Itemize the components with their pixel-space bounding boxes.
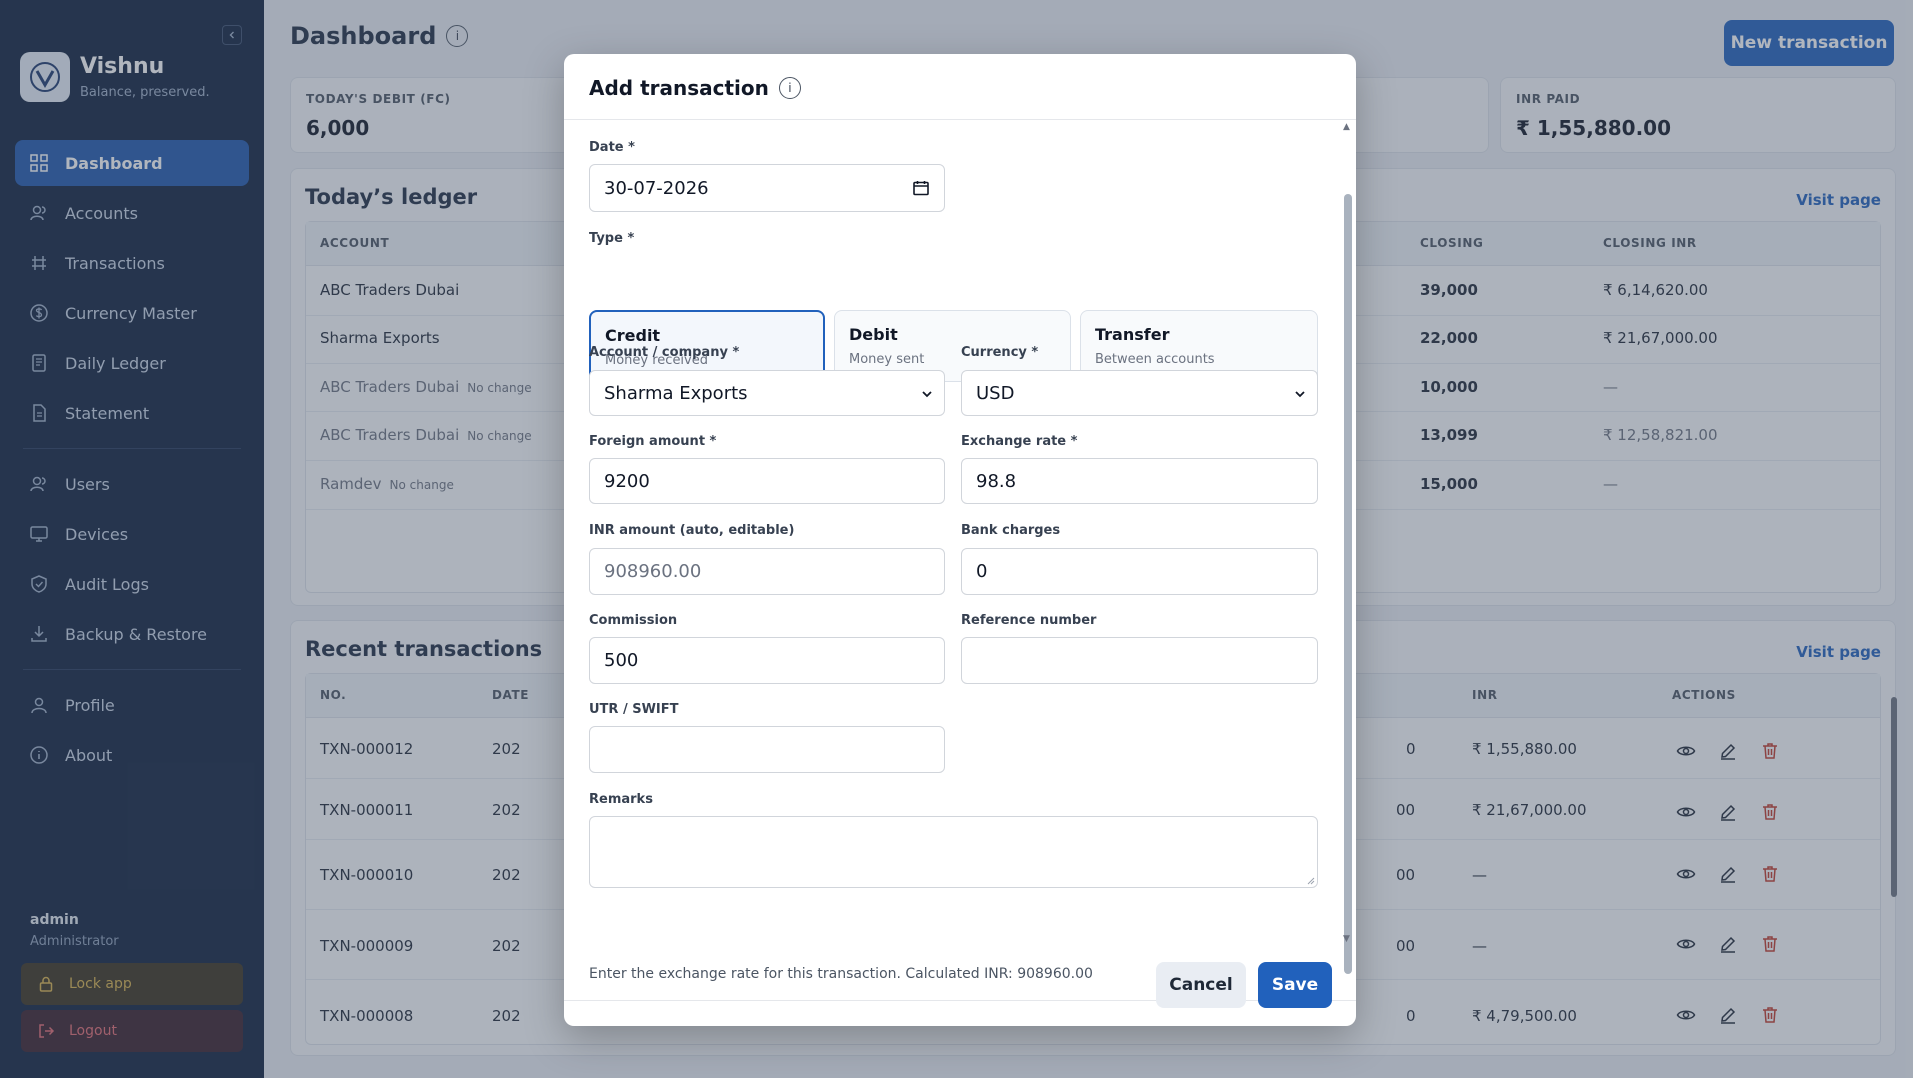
currency-label: Currency * [961, 345, 1039, 360]
commission-input[interactable]: 500 [589, 637, 945, 684]
add-transaction-dialog: Add transaction i Date * 30-07-2026 Type… [564, 54, 1356, 1026]
type-subtitle: Between accounts [1095, 352, 1215, 367]
type-name: Debit [849, 325, 898, 344]
type-name: Credit [605, 326, 661, 345]
inr-amount-input[interactable]: 908960.00 [589, 548, 945, 595]
chevron-down-icon [1295, 391, 1305, 398]
type-name: Transfer [1095, 325, 1170, 344]
save-button[interactable]: Save [1258, 962, 1332, 1008]
account-label: Account / company * [589, 345, 740, 360]
foreign-amount-input[interactable]: 9200 [589, 458, 945, 504]
remarks-textarea[interactable] [589, 816, 1318, 888]
account-select[interactable]: Sharma Exports [589, 370, 945, 416]
scroll-up-arrow-icon[interactable]: ▲ [1343, 122, 1350, 132]
dialog-title: Add transaction i [589, 76, 801, 100]
scroll-down-arrow-icon[interactable]: ▼ [1343, 934, 1350, 944]
commission-value: 500 [604, 650, 639, 671]
utr-swift-label: UTR / SWIFT [589, 702, 679, 717]
bank-charges-label: Bank charges [961, 523, 1061, 538]
currency-select[interactable]: USD [961, 370, 1318, 416]
currency-selected-value: USD [976, 382, 1015, 404]
form-hint: Enter the exchange rate for this transac… [589, 966, 1093, 982]
dialog-scroll-thumb[interactable] [1344, 194, 1352, 974]
utr-swift-input[interactable] [589, 726, 945, 773]
commission-label: Commission [589, 613, 678, 628]
dialog-header: Add transaction i [564, 54, 1356, 120]
reference-number-input[interactable] [961, 637, 1318, 684]
remarks-label: Remarks [589, 792, 653, 807]
foreign-amount-label: Foreign amount * [589, 434, 717, 449]
exchange-rate-input[interactable]: 98.8 [961, 458, 1318, 504]
chevron-down-icon [922, 391, 932, 398]
account-selected-value: Sharma Exports [604, 382, 748, 404]
date-input[interactable]: 30-07-2026 [589, 164, 945, 212]
calendar-icon[interactable] [912, 179, 930, 197]
bank-charges-input[interactable]: 0 [961, 548, 1318, 595]
date-value: 30-07-2026 [604, 177, 709, 199]
date-label: Date * [589, 140, 635, 155]
inr-amount-placeholder: 908960.00 [604, 561, 702, 582]
foreign-amount-value: 9200 [604, 470, 650, 492]
dialog-title-text: Add transaction [589, 76, 769, 100]
resize-handle-icon[interactable] [1305, 875, 1315, 885]
info-icon[interactable]: i [778, 77, 801, 99]
type-label: Type * [589, 231, 635, 246]
inr-amount-label: INR amount (auto, editable) [589, 523, 795, 538]
exchange-rate-label: Exchange rate * [961, 434, 1078, 449]
cancel-button[interactable]: Cancel [1156, 962, 1246, 1008]
exchange-rate-value: 98.8 [976, 470, 1017, 492]
reference-number-label: Reference number [961, 613, 1097, 628]
bank-charges-value: 0 [976, 561, 988, 582]
